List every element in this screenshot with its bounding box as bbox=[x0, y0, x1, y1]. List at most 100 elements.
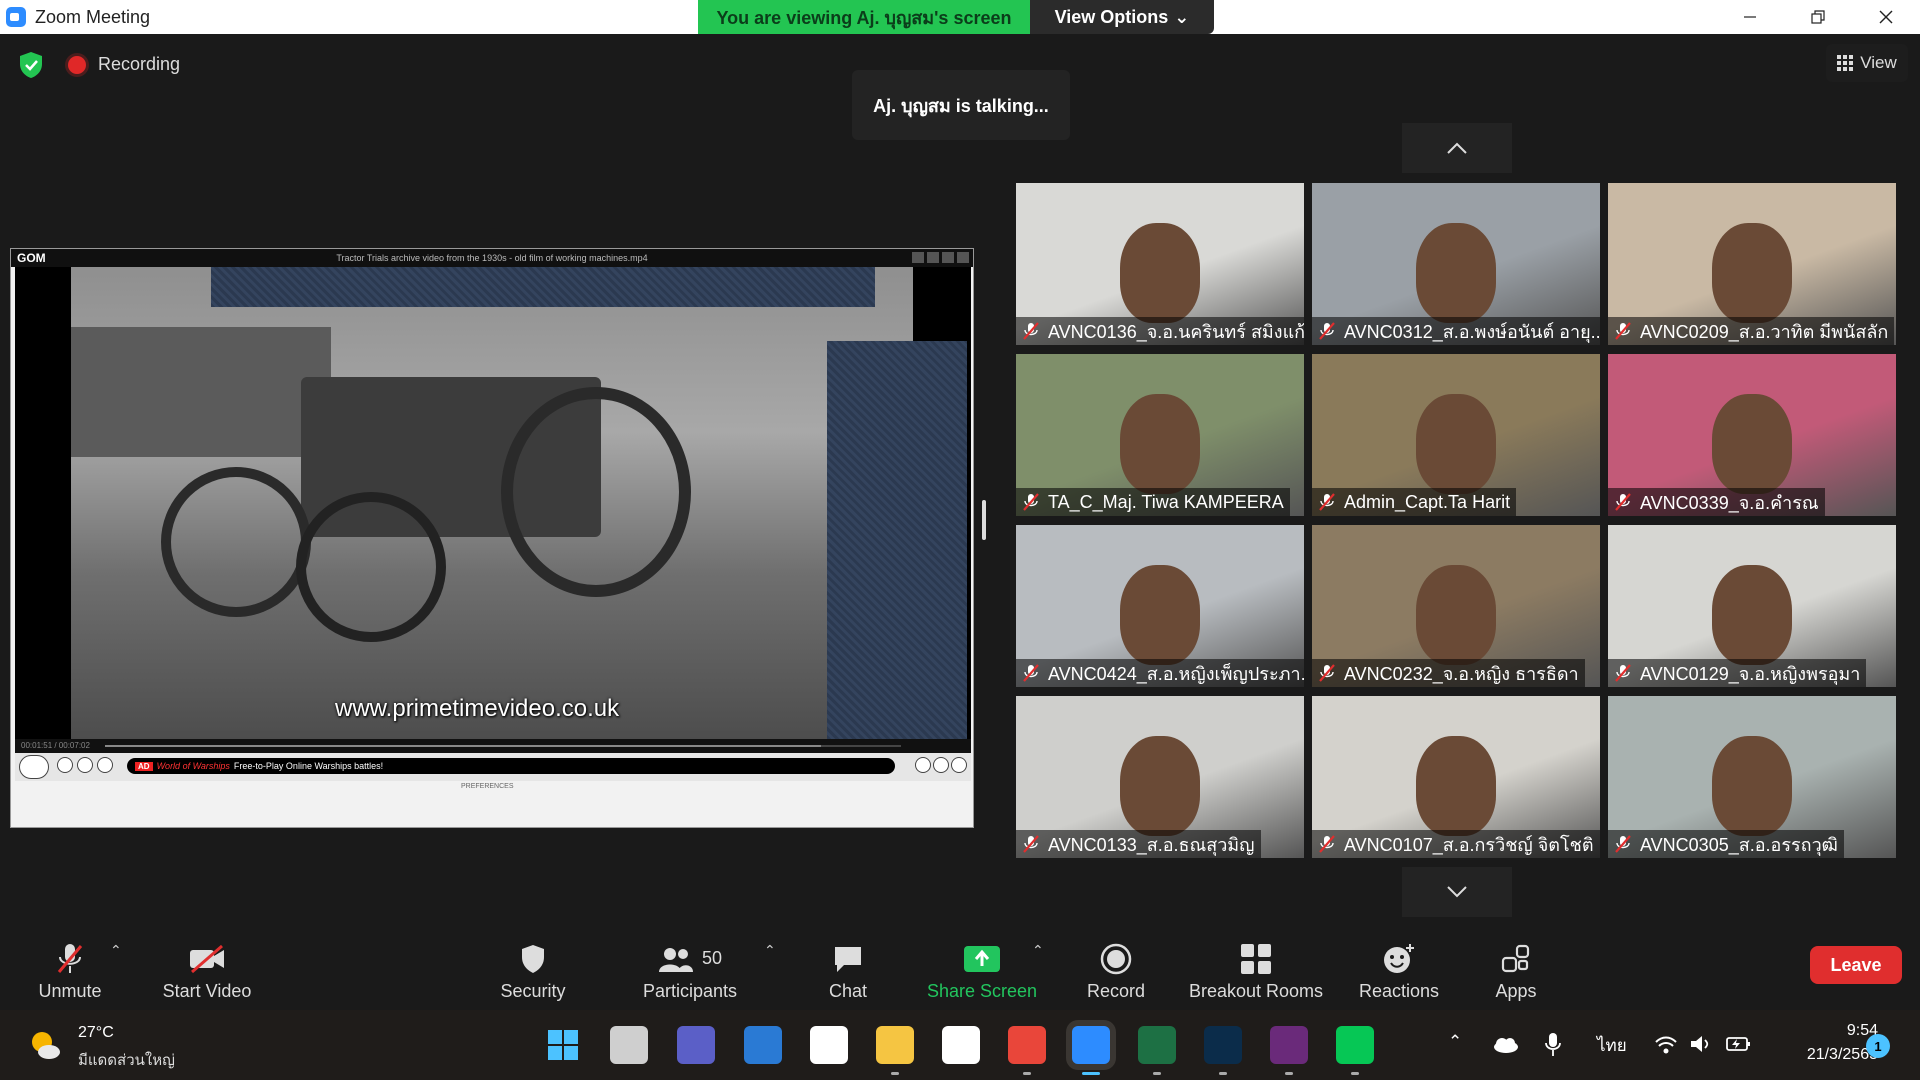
apps-button[interactable]: Apps bbox=[1486, 932, 1546, 1010]
app-s-icon[interactable] bbox=[810, 1026, 848, 1064]
mail-icon[interactable] bbox=[744, 1026, 782, 1064]
pause-button[interactable] bbox=[19, 755, 49, 779]
chrome-icon[interactable] bbox=[1008, 1026, 1046, 1064]
video-watermark: www.primetimevideo.co.uk bbox=[335, 695, 620, 722]
participant-tile[interactable]: Admin_Capt.Ta Harit bbox=[1312, 354, 1600, 516]
clock-date[interactable]: 21/3/2565 bbox=[1786, 1046, 1878, 1064]
participant-tile[interactable]: AVNC0312_ส.อ.พงษ์อนันต์ อายุ... bbox=[1312, 183, 1600, 345]
gallery-scroll-down-button[interactable] bbox=[1402, 867, 1512, 917]
shared-screen[interactable]: GOM Tractor Trials archive video from th… bbox=[10, 248, 974, 828]
gallery-scroll-up-button[interactable] bbox=[1402, 123, 1512, 173]
view-label: View bbox=[1860, 53, 1897, 72]
start-menu-icon[interactable] bbox=[544, 1026, 582, 1064]
start-video-button[interactable]: Start Video bbox=[152, 932, 262, 1010]
restore-button[interactable] bbox=[1784, 0, 1852, 34]
participant-tile[interactable]: AVNC0129_จ.อ.หญิงพรอุมา bbox=[1608, 525, 1896, 687]
participant-tile[interactable]: TA_C_Maj. Tiwa KAMPEERA bbox=[1016, 354, 1304, 516]
breakout-rooms-button[interactable]: Breakout Rooms bbox=[1184, 932, 1328, 1010]
participant-video-person bbox=[1712, 394, 1792, 494]
participants-button[interactable]: 50 Participants bbox=[634, 932, 746, 1010]
participant-tile[interactable]: AVNC0107_ส.อ.กรวิชญ์ จิตโชติ bbox=[1312, 696, 1600, 858]
mic-muted-icon bbox=[1615, 835, 1631, 853]
participant-name-text: AVNC0136_จ.อ.นครินทร์ สมิงแก้ว bbox=[1048, 321, 1304, 342]
mic-muted-icon bbox=[1023, 835, 1039, 853]
participant-tile[interactable]: AVNC0209_ส.อ.วาทิต มีพนัสลัก bbox=[1608, 183, 1896, 345]
view-options-button[interactable]: View Options ⌄ bbox=[1030, 0, 1214, 34]
volume-icon[interactable] bbox=[1690, 1034, 1712, 1054]
reactions-button[interactable]: Reactions bbox=[1352, 932, 1446, 1010]
audio-options-caret[interactable]: ⌃ bbox=[110, 942, 122, 959]
splitter-handle[interactable] bbox=[982, 500, 986, 540]
security-label: Security bbox=[500, 980, 566, 1001]
line-icon[interactable] bbox=[1336, 1026, 1374, 1064]
talking-indicator: Aj. บุญสม is talking... bbox=[852, 70, 1070, 140]
prev-button[interactable] bbox=[77, 757, 93, 773]
security-button[interactable]: Security bbox=[490, 932, 576, 1010]
record-label: Record bbox=[1086, 980, 1146, 1001]
participant-name-text: AVNC0209_ส.อ.วาทิต มีพนัสลัก bbox=[1640, 321, 1889, 342]
wifi-icon[interactable] bbox=[1654, 1034, 1678, 1054]
battery-charging-icon[interactable] bbox=[1726, 1034, 1752, 1054]
participant-video-person bbox=[1120, 736, 1200, 836]
file-explorer-icon[interactable] bbox=[876, 1026, 914, 1064]
chat-button[interactable]: Chat bbox=[818, 932, 878, 1010]
minimize-button[interactable] bbox=[1716, 0, 1784, 34]
excel-icon[interactable] bbox=[1138, 1026, 1176, 1064]
share-options-caret[interactable]: ⌃ bbox=[1032, 942, 1044, 959]
microphone-icon[interactable] bbox=[1544, 1032, 1562, 1058]
ad-text: Free-to-Play Online Warships battles! bbox=[233, 761, 384, 771]
seek-bar[interactable]: 00:01:51 / 00:07:02 bbox=[15, 739, 971, 753]
app-running-indicator bbox=[1153, 1072, 1161, 1075]
share-screen-button[interactable]: Share Screen bbox=[922, 932, 1042, 1010]
participants-options-caret[interactable]: ⌃ bbox=[764, 942, 776, 959]
stop-button[interactable] bbox=[57, 757, 73, 773]
unmute-label: Unmute bbox=[38, 980, 102, 1001]
ad-banner[interactable]: AD World of Warships Free-to-Play Online… bbox=[127, 758, 895, 774]
teams-chat-icon[interactable] bbox=[677, 1026, 715, 1064]
participant-video-person bbox=[1120, 565, 1200, 665]
participant-tile[interactable]: AVNC0232_จ.อ.หญิง ธารธิดา bbox=[1312, 525, 1600, 687]
eject-button[interactable] bbox=[915, 757, 931, 773]
reactions-icon bbox=[1384, 943, 1414, 973]
input-language[interactable]: ไทย bbox=[1597, 1032, 1627, 1059]
player-file-title: Tractor Trials archive video from the 19… bbox=[336, 253, 648, 263]
task-view-icon[interactable] bbox=[610, 1026, 648, 1064]
dropbox-icon[interactable] bbox=[942, 1026, 980, 1064]
preferences-link[interactable]: PREFERENCES bbox=[461, 783, 514, 790]
participant-name: AVNC0424_ส.อ.หญิงเพ็ญประภา... bbox=[1016, 659, 1304, 687]
settings-button[interactable] bbox=[933, 757, 949, 773]
weather-sunny-icon[interactable] bbox=[28, 1028, 62, 1062]
participant-tile[interactable]: AVNC0424_ส.อ.หญิงเพ็ญประภา... bbox=[1016, 525, 1304, 687]
minimize-icon bbox=[1744, 16, 1756, 18]
onedrive-cloud-icon[interactable] bbox=[1492, 1036, 1520, 1054]
playlist-button[interactable] bbox=[951, 757, 967, 773]
mic-muted-icon bbox=[1319, 835, 1335, 853]
record-button[interactable]: Record bbox=[1080, 932, 1152, 1010]
next-button[interactable] bbox=[97, 757, 113, 773]
viewing-banner: You are viewing Aj. บุญสม's screen bbox=[698, 0, 1030, 34]
mic-muted-icon bbox=[1023, 322, 1039, 340]
participant-name-text: AVNC0133_ส.อ.ธณสุวมิญ bbox=[1048, 834, 1255, 855]
window-title: Zoom Meeting bbox=[35, 6, 151, 27]
pdf-app-icon[interactable] bbox=[1270, 1026, 1308, 1064]
seek-progress bbox=[105, 745, 822, 747]
encryption-shield-icon[interactable] bbox=[18, 51, 44, 79]
zoom-icon[interactable] bbox=[1072, 1026, 1110, 1064]
participant-tile[interactable]: AVNC0339_จ.อ.คำรณ bbox=[1608, 354, 1896, 516]
window-controls bbox=[1716, 0, 1920, 34]
close-button[interactable] bbox=[1852, 0, 1920, 34]
notification-badge[interactable]: 1 bbox=[1866, 1034, 1890, 1058]
leave-button[interactable]: Leave bbox=[1810, 946, 1902, 984]
chevron-up-icon[interactable]: ⌃ bbox=[1448, 1032, 1462, 1052]
player-window-controls bbox=[912, 252, 969, 263]
participant-tile[interactable]: AVNC0305_ส.อ.อรรถวุฒิ bbox=[1608, 696, 1896, 858]
participant-tile[interactable]: AVNC0133_ส.อ.ธณสุวมิญ bbox=[1016, 696, 1304, 858]
participant-name: AVNC0339_จ.อ.คำรณ bbox=[1608, 488, 1825, 516]
participants-icon bbox=[658, 947, 693, 972]
view-button[interactable]: View bbox=[1826, 44, 1908, 82]
participant-name: AVNC0209_ส.อ.วาทิต มีพนัสลัก bbox=[1608, 317, 1895, 345]
participant-tile[interactable]: AVNC0136_จ.อ.นครินทร์ สมิงแก้ว bbox=[1016, 183, 1304, 345]
photoshop-icon[interactable] bbox=[1204, 1026, 1242, 1064]
unmute-button[interactable]: Unmute bbox=[30, 932, 110, 1010]
participant-name-text: AVNC0312_ส.อ.พงษ์อนันต์ อายุ... bbox=[1344, 321, 1600, 342]
